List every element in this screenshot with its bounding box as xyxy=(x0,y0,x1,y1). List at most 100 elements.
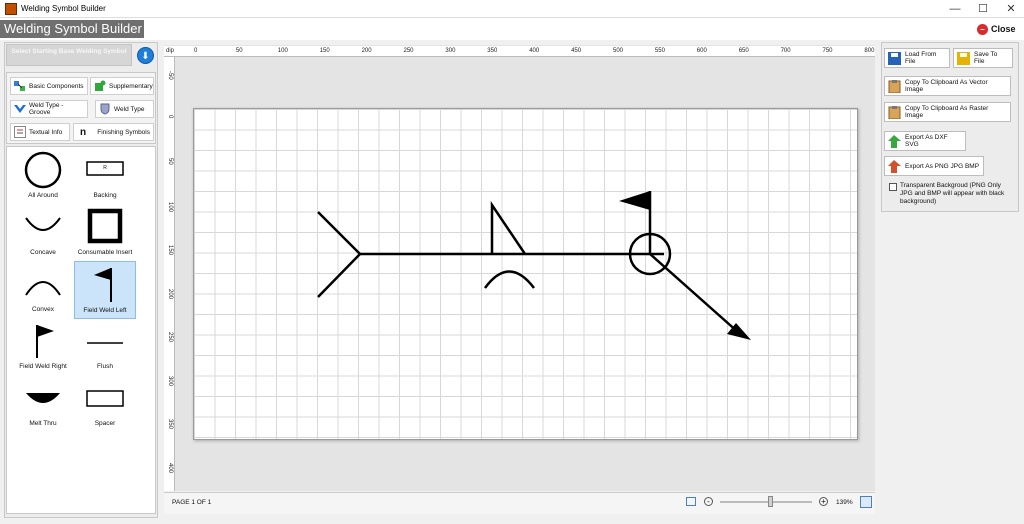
line-icon xyxy=(87,342,123,344)
ruler-tick-label: 400 xyxy=(529,48,540,54)
zoom-slider-thumb[interactable] xyxy=(768,496,774,507)
vertical-ruler: -5005010015020025030035040045 xyxy=(164,57,175,513)
clipboard-icon xyxy=(888,79,901,93)
zoom-out-icon[interactable]: - xyxy=(704,497,713,506)
symbol-spacer[interactable]: Spacer xyxy=(74,377,136,433)
symbol-concave[interactable]: Concave xyxy=(12,206,74,262)
shield-icon xyxy=(99,103,111,115)
minimize-button[interactable]: — xyxy=(942,2,968,16)
clipboard-icon xyxy=(888,105,901,119)
ruler-tick-label: 650 xyxy=(738,48,749,54)
ruler-tick-label: 350 xyxy=(487,48,498,54)
floppy-yellow-icon xyxy=(957,51,970,65)
app-icon xyxy=(5,3,17,15)
convex-contour xyxy=(483,270,535,289)
ruler-tick-label: 200 xyxy=(361,48,372,54)
zoom-slider[interactable] xyxy=(720,496,812,507)
export-green-icon xyxy=(888,134,901,148)
symbol-field-weld-right[interactable]: Field Weld Right xyxy=(12,320,74,376)
ruler-tick-label: 350 xyxy=(167,419,173,430)
symbol-convex[interactable]: Convex xyxy=(12,263,74,319)
window-close-button[interactable]: ✕ xyxy=(998,2,1024,16)
puzzle-icon xyxy=(94,80,106,92)
tail-lower xyxy=(317,253,361,298)
select-base-symbol-button[interactable]: Select Starting Base Welding Symbol xyxy=(6,44,132,66)
page-indicator: PAGE 1 OF 1 xyxy=(172,499,212,506)
symbol-flush[interactable]: Flush xyxy=(74,320,136,376)
symbol-consumable-insert[interactable]: Consumable Insert xyxy=(74,206,136,262)
app-title: Welding Symbol Builder xyxy=(0,20,144,38)
ruler-tick-label: 300 xyxy=(445,48,456,54)
ruler-tick-label: 150 xyxy=(167,245,173,256)
category-finishing-symbols[interactable]: n Finishing Symbols xyxy=(73,123,154,141)
ruler-tick-label: 550 xyxy=(654,48,665,54)
copy-raster-button[interactable]: Copy To Clipboard As Raster Image xyxy=(884,102,1011,122)
export-red-icon xyxy=(888,159,901,173)
category-weld-type-groove[interactable]: Weld Type - Groove xyxy=(10,100,88,118)
ruler-tick-label: 700 xyxy=(780,48,791,54)
category-supplementary[interactable]: Supplementary xyxy=(90,77,154,95)
symbol-palette: All Around R Backing Concave Consumable … xyxy=(6,146,156,514)
category-weld-type[interactable]: Weld Type xyxy=(95,100,154,118)
transparent-checkbox[interactable] xyxy=(889,183,897,191)
close-circle-icon: – xyxy=(977,23,988,35)
flag-right-icon xyxy=(36,325,54,358)
backing-inner-text: R xyxy=(103,165,107,171)
symbol-backing[interactable]: R Backing xyxy=(74,149,136,205)
ruler-tick-label: 0 xyxy=(194,48,198,54)
melt-icon xyxy=(26,393,60,403)
ruler-tick-label: 500 xyxy=(613,48,624,54)
text-icon xyxy=(14,126,26,138)
category-box: Basic Components Supplementary Weld Type… xyxy=(6,72,156,144)
export-png-jpg-bmp-button[interactable]: Export As PNG JPG BMP xyxy=(884,156,984,176)
ruler-tick-label: 50 xyxy=(167,158,173,165)
ruler-tick-label: -50 xyxy=(167,71,173,80)
concave-icon xyxy=(25,217,61,231)
arrow-down-icon[interactable]: ⬇ xyxy=(137,47,154,64)
export-dxf-svg-button[interactable]: Export As DXF SVG xyxy=(884,131,966,151)
category-textual-info[interactable]: Textual Info xyxy=(10,123,70,141)
symbol-all-around[interactable]: All Around xyxy=(12,149,74,205)
ruler-tick-label: 600 xyxy=(696,48,707,54)
ruler-tick-label: 50 xyxy=(235,48,243,54)
transparent-background-option[interactable]: Transparent Backgroud (PNG Only JPG and … xyxy=(889,182,1009,206)
symbol-melt-thru[interactable]: Melt Thru xyxy=(12,377,74,433)
zoom-level: 139% xyxy=(836,499,853,506)
ruler-tick-label: 100 xyxy=(277,48,288,54)
monitor-icon[interactable] xyxy=(686,497,696,506)
arrow-line xyxy=(649,253,740,334)
square-icon xyxy=(87,208,123,244)
ruler-tick-label: 750 xyxy=(822,48,833,54)
fit-page-icon[interactable] xyxy=(860,496,872,508)
drawing-page[interactable] xyxy=(193,108,858,440)
ruler-tick-label: 450 xyxy=(571,48,582,54)
welding-symbol-drawing[interactable] xyxy=(194,109,859,441)
ruler-tick-label: 150 xyxy=(319,48,330,54)
copy-vector-button[interactable]: Copy To Clipboard As Vector Image xyxy=(884,76,1011,96)
convex-icon xyxy=(25,281,61,296)
rectangle-icon xyxy=(86,390,124,407)
ruler-tick-label: 300 xyxy=(167,375,173,386)
ruler-tick-label: 800 xyxy=(864,48,875,54)
zoom-in-icon[interactable]: + xyxy=(819,497,828,506)
window-title: Welding Symbol Builder xyxy=(21,4,106,13)
n-icon: n xyxy=(79,126,87,138)
save-to-file-button[interactable]: Save To File xyxy=(953,48,1013,68)
circle-icon xyxy=(24,151,62,189)
close-label: Close xyxy=(991,24,1016,34)
ruler-tick-label: 0 xyxy=(167,114,173,118)
app-banner xyxy=(0,18,1024,40)
close-app-button[interactable]: – Close xyxy=(977,22,1016,36)
maximize-button[interactable]: ☐ xyxy=(970,2,996,16)
flag-left-icon xyxy=(94,268,112,302)
ruler-tick-label: 250 xyxy=(167,332,173,343)
category-basic-components[interactable]: Basic Components xyxy=(10,77,88,95)
components-icon xyxy=(14,80,26,92)
fillet-weld-symbol xyxy=(490,200,527,255)
ruler-tick-label: 200 xyxy=(167,288,173,299)
ruler-tick-label: 400 xyxy=(167,462,173,473)
load-from-file-button[interactable]: Load From File xyxy=(884,48,950,68)
title-bar xyxy=(0,0,1024,18)
tail-upper xyxy=(317,211,361,255)
symbol-field-weld-left[interactable]: Field Weld Left xyxy=(74,261,136,319)
